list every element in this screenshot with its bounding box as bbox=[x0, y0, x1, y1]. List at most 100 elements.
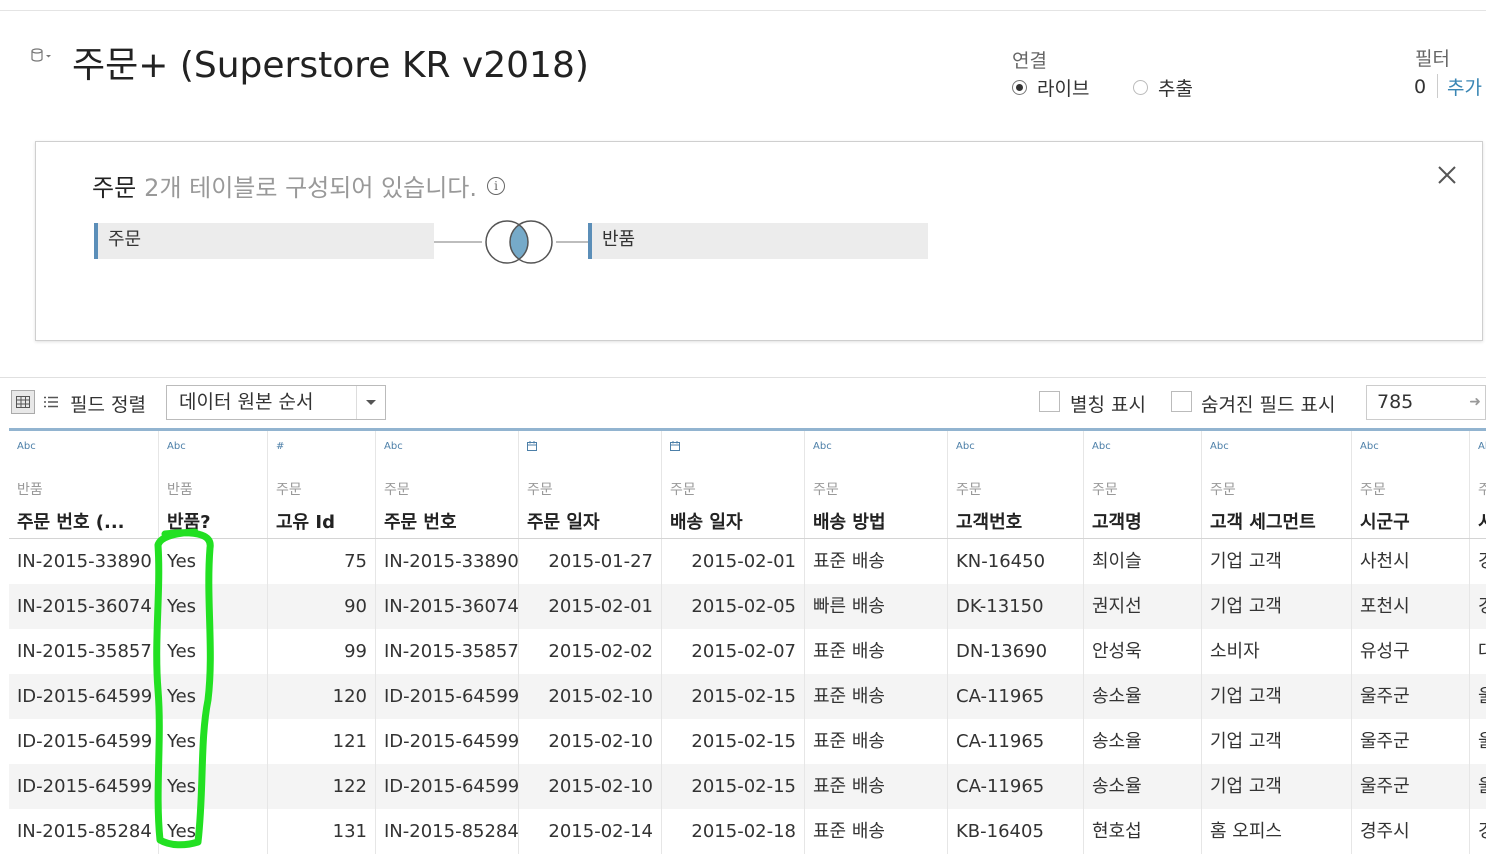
column-header[interactable]: Abc 주문 주문 번호 bbox=[376, 431, 519, 539]
date-type-icon[interactable] bbox=[670, 441, 680, 454]
grid-view-icon[interactable] bbox=[11, 390, 35, 414]
table-cell: 2015-02-01 bbox=[519, 584, 662, 629]
table-row[interactable]: ID-2015-64599 Yes 121 ID-2015-64599 2015-02-… bbox=[9, 719, 1486, 764]
column-header[interactable]: # 주문 고유 Id bbox=[268, 431, 376, 539]
datasource-title[interactable]: 주문+ (Superstore KR v2018) bbox=[72, 36, 589, 88]
column-header[interactable]: Abc 주문 시군구 bbox=[1352, 431, 1470, 539]
column-header[interactable]: 주문배송 일자 bbox=[662, 431, 805, 539]
filter-count: 0 bbox=[1414, 76, 1427, 98]
table-cell: 빠른 배송 bbox=[805, 584, 948, 629]
table-cell: 경주시 bbox=[1352, 809, 1470, 854]
table-cell: 송소율 bbox=[1084, 764, 1202, 809]
row-count-input[interactable]: 785 ➜ bbox=[1366, 385, 1486, 420]
string-type-icon[interactable]: Abc bbox=[956, 441, 975, 452]
column-source: 주문 bbox=[670, 482, 696, 498]
table-cell: 울주군 bbox=[1352, 674, 1470, 719]
hidden-fields-label: 숨겨진 필드 표시 bbox=[1201, 394, 1336, 416]
string-type-icon[interactable]: Abc bbox=[17, 441, 36, 452]
column-name[interactable]: 고객명 bbox=[1092, 508, 1142, 534]
close-icon[interactable] bbox=[1436, 164, 1458, 186]
column-name[interactable]: 시군구 bbox=[1360, 508, 1410, 534]
info-icon[interactable]: i bbox=[487, 176, 505, 195]
connection-live-radio[interactable]: 라이브 bbox=[1012, 74, 1089, 101]
column-name[interactable]: 시 bbox=[1478, 508, 1486, 534]
column-name[interactable]: 주문 번호 (... bbox=[17, 508, 125, 534]
table-cell: 표준 배송 bbox=[805, 764, 948, 809]
column-header[interactable]: 주문주문 일자 bbox=[519, 431, 662, 539]
string-type-icon[interactable]: Abc bbox=[1360, 441, 1379, 452]
join-connector-left bbox=[434, 241, 482, 243]
table-cell: 2015-02-01 bbox=[662, 539, 805, 584]
table-cell: 울 bbox=[1470, 674, 1486, 719]
table-cell: DK-13150 bbox=[948, 584, 1084, 629]
column-name[interactable]: 배송 방법 bbox=[813, 508, 886, 534]
column-source: 주문 bbox=[527, 482, 553, 498]
column-header[interactable]: Abc 주문 고객 세그먼트 bbox=[1202, 431, 1352, 539]
column-name[interactable]: 고객번호 bbox=[956, 508, 1022, 534]
column-name[interactable]: 주문 번호 bbox=[384, 508, 457, 534]
column-header[interactable]: Abc 주시 bbox=[1470, 431, 1486, 539]
table-cell: 홈 오피스 bbox=[1202, 809, 1352, 854]
column-name[interactable]: 배송 일자 bbox=[670, 508, 743, 534]
connection-extract-label: 추출 bbox=[1158, 78, 1193, 100]
date-type-icon[interactable] bbox=[527, 441, 537, 454]
table-row[interactable]: IN-2015-35857 Yes 99 IN-2015-35857 2015-02-0… bbox=[9, 629, 1486, 674]
column-name[interactable]: 고객 세그먼트 bbox=[1210, 508, 1316, 534]
table-cell: Yes bbox=[159, 719, 268, 764]
arrow-right-icon[interactable]: ➜ bbox=[1469, 386, 1481, 419]
table-row[interactable]: IN-2015-36074 Yes 90 IN-2015-36074 2015-02-0… bbox=[9, 584, 1486, 629]
table-cell: 90 bbox=[268, 584, 376, 629]
column-name[interactable]: 반품? bbox=[167, 508, 211, 534]
field-sort-value: 데이터 원본 순서 bbox=[179, 391, 314, 413]
table-cell: 131 bbox=[268, 809, 376, 854]
table-cell: 2015-02-05 bbox=[662, 584, 805, 629]
join-panel: 주문 2개 테이블로 구성되어 있습니다. i 주문 반품 bbox=[35, 141, 1483, 341]
string-type-icon[interactable]: Abc bbox=[1210, 441, 1229, 452]
string-type-icon[interactable]: Abc bbox=[813, 441, 832, 452]
left-table-pill[interactable]: 주문 bbox=[94, 223, 434, 259]
table-cell: IN-2015-85284 bbox=[376, 809, 519, 854]
table-cell: 표준 배송 bbox=[805, 719, 948, 764]
alias-checkbox[interactable] bbox=[1039, 391, 1060, 412]
number-type-icon[interactable]: # bbox=[276, 441, 284, 452]
hidden-fields-checkbox[interactable] bbox=[1171, 391, 1192, 412]
table-row[interactable]: IN-2015-85284 Yes 131 IN-2015-85284 2015-02-… bbox=[9, 809, 1486, 854]
table-row[interactable]: ID-2015-64599 Yes 120 ID-2015-64599 2015-02-… bbox=[9, 674, 1486, 719]
field-sort-dropdown[interactable]: 데이터 원본 순서 bbox=[166, 385, 386, 420]
connection-extract-radio[interactable]: 추출 bbox=[1133, 74, 1193, 101]
table-cell: 최이슬 bbox=[1084, 539, 1202, 584]
datasource-cylinder-icon[interactable] bbox=[31, 48, 53, 62]
table-cell: ID-2015-64599 bbox=[9, 674, 159, 719]
column-header[interactable]: Abc 반품 반품? bbox=[159, 431, 268, 539]
column-name[interactable]: 고유 Id bbox=[276, 508, 335, 534]
table-cell: 2015-02-07 bbox=[662, 629, 805, 674]
radio-unselected-icon bbox=[1133, 80, 1148, 95]
table-cell: Yes bbox=[159, 764, 268, 809]
column-name[interactable]: 주문 일자 bbox=[527, 508, 600, 534]
table-cell: CA-11965 bbox=[948, 674, 1084, 719]
table-cell: 송소율 bbox=[1084, 674, 1202, 719]
table-cell: KB-16405 bbox=[948, 809, 1084, 854]
table-cell: 121 bbox=[268, 719, 376, 764]
table-cell: CA-11965 bbox=[948, 764, 1084, 809]
string-type-icon[interactable]: Abc bbox=[1478, 441, 1486, 452]
table-cell: IN-2015-35857 bbox=[9, 629, 159, 674]
column-header[interactable]: Abc 주문 고객번호 bbox=[948, 431, 1084, 539]
table-cell: Yes bbox=[159, 809, 268, 854]
column-header[interactable]: Abc 주문 고객명 bbox=[1084, 431, 1202, 539]
radio-selected-icon bbox=[1012, 80, 1027, 95]
table-cell: 안성욱 bbox=[1084, 629, 1202, 674]
table-row[interactable]: ID-2015-64599 Yes 122 ID-2015-64599 2015-02-… bbox=[9, 764, 1486, 809]
inner-join-venn-icon[interactable] bbox=[481, 217, 557, 271]
column-header[interactable]: Abc 반품 주문 번호 (... bbox=[9, 431, 159, 539]
right-table-pill[interactable]: 반품 bbox=[588, 223, 928, 259]
string-type-icon[interactable]: Abc bbox=[1092, 441, 1111, 452]
table-row[interactable]: IN-2015-33890 Yes 75 IN-2015-33890 2015-01-2… bbox=[9, 539, 1486, 584]
filter-add-link[interactable]: 추가 bbox=[1447, 73, 1482, 100]
list-view-icon[interactable] bbox=[40, 390, 62, 414]
string-type-icon[interactable]: Abc bbox=[384, 441, 403, 452]
string-type-icon[interactable]: Abc bbox=[167, 441, 186, 452]
column-header[interactable]: Abc 주문 배송 방법 bbox=[805, 431, 948, 539]
table-cell: 권지선 bbox=[1084, 584, 1202, 629]
table-cell: IN-2015-33890 bbox=[9, 539, 159, 584]
